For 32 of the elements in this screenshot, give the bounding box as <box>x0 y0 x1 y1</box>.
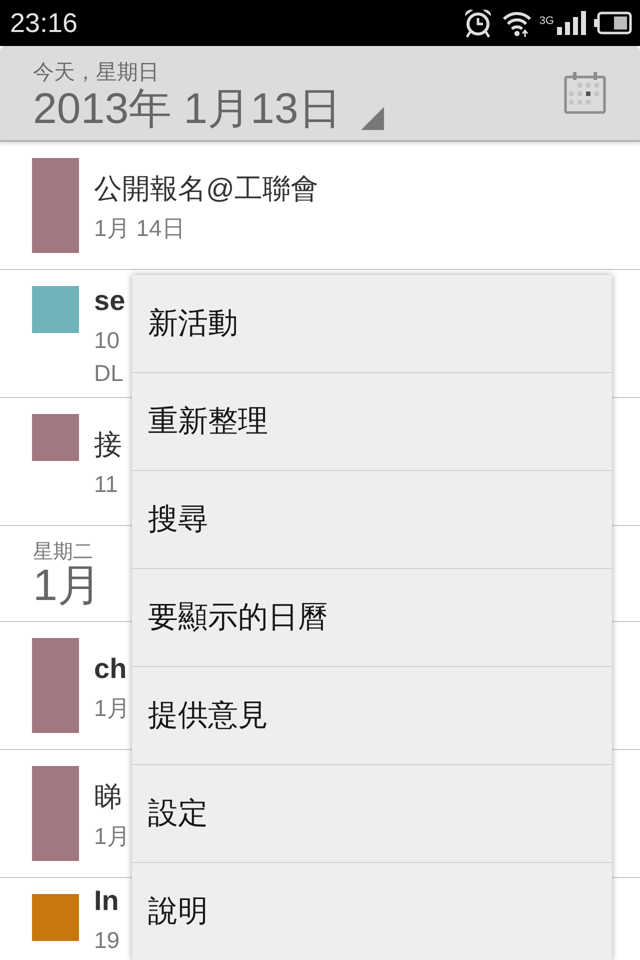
event-detail: 1月 <box>94 694 130 723</box>
menu-item[interactable]: 提供意見 <box>132 666 612 764</box>
status-time: 23:16 <box>10 8 78 38</box>
menu-item[interactable]: 新活動 <box>132 275 612 372</box>
menu-item[interactable]: 搜尋 <box>132 470 612 568</box>
battery-icon <box>594 11 632 35</box>
event-title: 睇 <box>94 780 122 814</box>
event-detail: 19 <box>94 926 120 955</box>
event-title: se <box>94 284 126 318</box>
weekday-label: 星期二 <box>33 541 93 563</box>
wifi-icon <box>502 9 532 37</box>
calendar-icon[interactable] <box>564 72 606 114</box>
event-detail: 1月 14日 <box>94 214 185 243</box>
event-detail: DL <box>94 358 124 388</box>
day-date-label: 1月 <box>33 563 102 609</box>
menu-item[interactable]: 設定 <box>132 764 612 862</box>
signal-bars-icon <box>557 11 587 35</box>
day-label: 今天，星期日 <box>33 61 159 85</box>
menu-item[interactable]: 說明 <box>132 862 612 960</box>
network-type-label: 3G <box>539 16 554 27</box>
event-title: 公開報名@工聯會 <box>94 172 318 206</box>
event-detail: 10 <box>94 326 120 354</box>
event-title: In <box>94 884 119 918</box>
event-detail: 11 <box>94 470 118 499</box>
menu-item[interactable]: 重新整理 <box>132 372 612 470</box>
alarm-clock-icon <box>463 8 494 38</box>
event-detail: 1月 <box>94 822 130 851</box>
event-title: 接 <box>94 428 122 462</box>
menu-item[interactable]: 要顯示的日曆 <box>132 568 612 666</box>
date-spinner[interactable]: 2013年 1月13日 <box>33 85 384 133</box>
dropdown-corner-icon <box>361 107 384 130</box>
event-title: ch <box>94 652 127 686</box>
